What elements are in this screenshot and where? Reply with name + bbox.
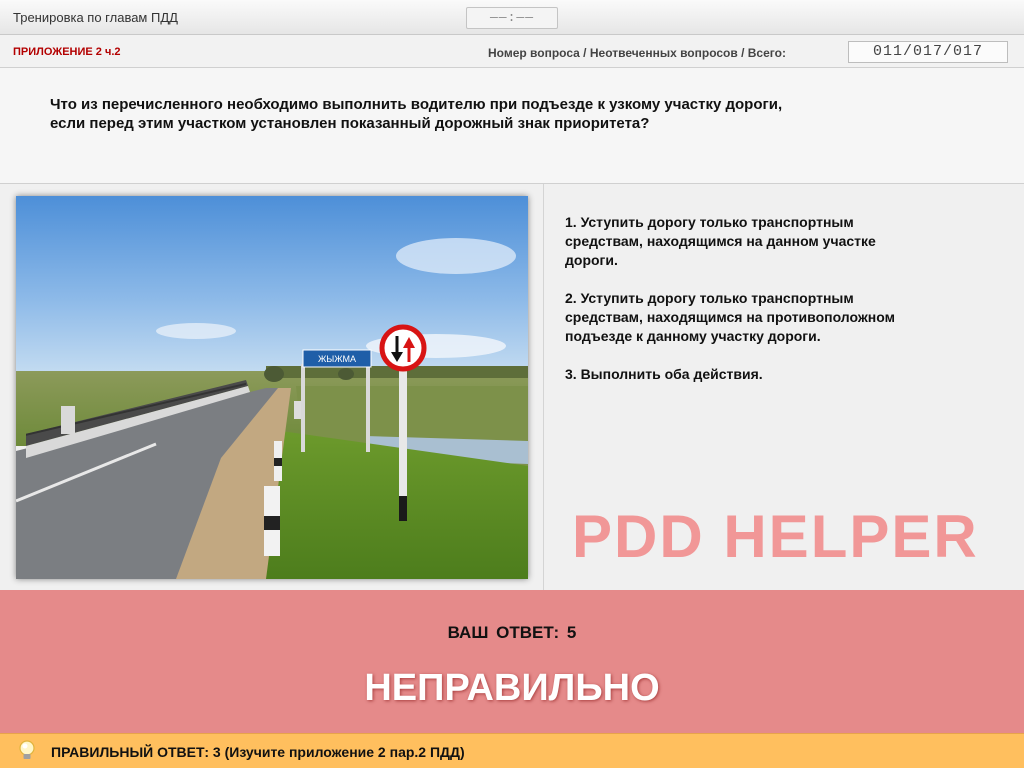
answer-list: 1. Уступить дорогу только транспортным с… [565, 213, 985, 403]
question-panel: Что из перечисленного необходимо выполни… [0, 68, 1024, 184]
question-counter-label: Номер вопроса / Неотвеченных вопросов / … [488, 46, 786, 60]
answer-option-1[interactable]: 1. Уступить дорогу только транспортным с… [565, 213, 985, 270]
priority-sign-icon [379, 324, 427, 372]
question-text: Что из перечисленного необходимо выполни… [50, 95, 930, 133]
question-line-1: Что из перечисленного необходимо выполни… [50, 96, 783, 113]
question-line-2: если перед этим участком установлен пока… [50, 115, 650, 132]
road-name-sign: ЖЫЖМА [318, 354, 356, 364]
answer-option-3[interactable]: 3. Выполнить оба действия. [565, 365, 985, 384]
question-counter: 011/017/017 [848, 41, 1008, 63]
your-answer: ВАШ ОТВЕТ: 5 [0, 623, 1024, 643]
title-bar: Тренировка по главам ПДД ——:—— [0, 0, 1024, 35]
content-area: ЖЫЖМА 1. Уступить дорогу только транспор… [0, 184, 1024, 590]
lightbulb-icon [17, 739, 37, 768]
watermark: PDD HELPER [572, 503, 979, 570]
appendix-link[interactable]: ПРИЛОЖЕНИЕ 2 ч.2 [13, 46, 121, 58]
question-image: ЖЫЖМА [16, 196, 528, 579]
correct-answer-text: ПРАВИЛЬНЫЙ ОТВЕТ: 3 (Изучите приложение … [51, 744, 465, 760]
sub-header: ПРИЛОЖЕНИЕ 2 ч.2 Номер вопроса / Неотвеч… [0, 35, 1024, 68]
content-divider [543, 184, 544, 590]
answer-option-2[interactable]: 2. Уступить дорогу только транспортным с… [565, 289, 985, 346]
your-answer-value: 5 [566, 623, 577, 642]
your-answer-label: ВАШ ОТВЕТ: [447, 623, 560, 642]
verdict-text: НЕПРАВИЛЬНО [364, 667, 660, 709]
road-photo: ЖЫЖМА [16, 196, 528, 579]
app-title: Тренировка по главам ПДД [13, 10, 178, 25]
correct-answer-bar: ПРАВИЛЬНЫЙ ОТВЕТ: 3 (Изучите приложение … [0, 733, 1024, 768]
result-panel: ВАШ ОТВЕТ: 5 НЕПРАВИЛЬНО [0, 590, 1024, 733]
timer-display: ——:—— [466, 7, 558, 29]
